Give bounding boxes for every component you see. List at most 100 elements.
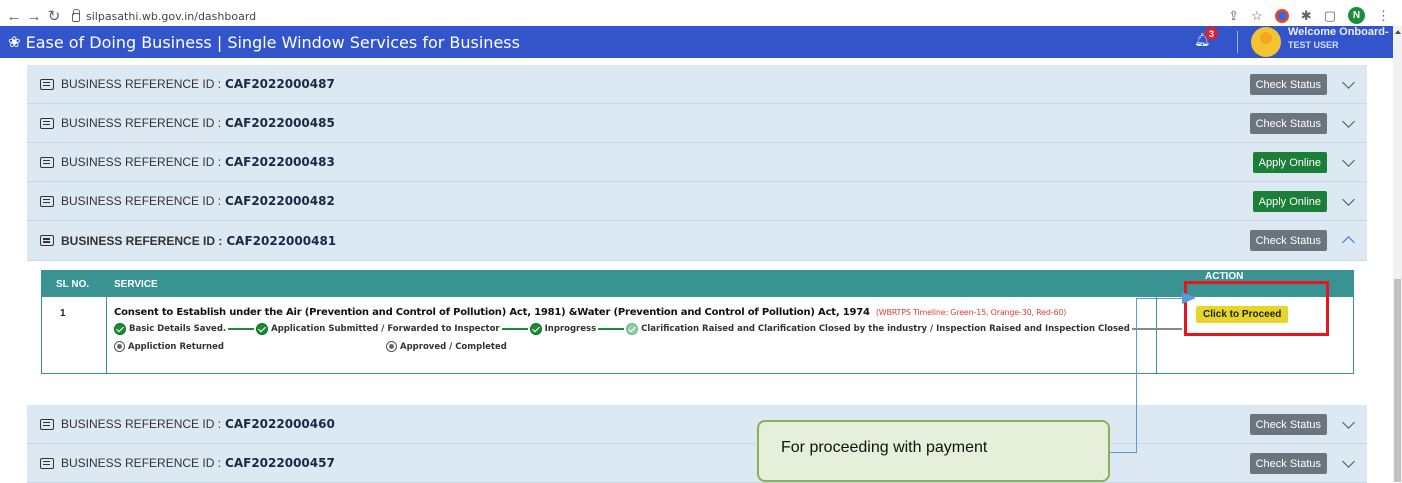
step-connector	[598, 328, 625, 330]
step-label: Inprogress	[544, 324, 597, 334]
column-divider	[1156, 271, 1157, 373]
scroll-up-arrow-icon[interactable]	[1395, 30, 1401, 34]
timeline-note: (WBRTPS Timeline: Green-15, Orange-30, R…	[875, 308, 1067, 317]
list-icon	[40, 457, 54, 469]
step-returned: Appliction Returned	[114, 341, 224, 352]
business-row[interactable]: BUSINESS REFERENCE ID : CAF2022000457 Ch…	[27, 444, 1367, 483]
check-circle-icon	[114, 323, 126, 335]
chevron-down-icon[interactable]	[1342, 76, 1355, 89]
business-row[interactable]: BUSINESS REFERENCE ID : CAF2022000482 Ap…	[27, 182, 1367, 221]
annotation-callout: For proceeding with payment	[757, 420, 1110, 482]
back-icon[interactable]: ←	[4, 8, 24, 25]
business-row[interactable]: BUSINESS REFERENCE ID : CAF2022000485 Ch…	[27, 104, 1367, 143]
check-status-button[interactable]: Check Status	[1249, 230, 1327, 251]
annotation-arrowhead	[1182, 292, 1196, 304]
profile-avatar[interactable]: N	[1348, 7, 1365, 24]
chevron-up-icon[interactable]	[1342, 236, 1355, 249]
puzzle-icon[interactable]: ✱	[1301, 8, 1312, 24]
step-label: Application Submitted / Forwarded to Ins…	[271, 324, 500, 334]
service-table: SL NO. SERVICE ACTION 1 Consent to Estab…	[41, 270, 1354, 374]
ref-label: BUSINESS REFERENCE ID :	[61, 194, 222, 208]
radio-icon	[386, 341, 397, 352]
list-icon	[40, 418, 54, 430]
ref-id: CAF2022000457	[225, 456, 335, 470]
step-label: Clarification Raised and Clarification C…	[641, 324, 1130, 334]
chevron-down-icon[interactable]	[1342, 154, 1355, 167]
forward-icon[interactable]: →	[24, 8, 44, 25]
ref-id: CAF2022000482	[225, 194, 335, 208]
ref-label: BUSINESS REFERENCE ID :	[61, 233, 223, 248]
check-circle-icon	[626, 323, 639, 335]
business-row[interactable]: BUSINESS REFERENCE ID : CAF2022000460 Ch…	[27, 405, 1367, 444]
star-icon[interactable]: ☆	[1251, 8, 1263, 24]
scrollbar-thumb[interactable]	[1394, 279, 1401, 482]
apply-online-button[interactable]: Apply Online	[1252, 191, 1327, 212]
annotation-arrow-line	[1136, 298, 1188, 299]
column-divider	[106, 271, 107, 373]
ref-label: BUSINESS REFERENCE ID :	[61, 155, 222, 169]
service-name: Consent to Establish under the Air (Prev…	[114, 307, 1066, 318]
extension-icon[interactable]	[1274, 8, 1289, 23]
lock-icon	[72, 8, 80, 22]
business-row[interactable]: BUSINESS REFERENCE ID : CAF2022000483 Ap…	[27, 143, 1367, 182]
ref-label: BUSINESS REFERENCE ID :	[61, 116, 222, 130]
step-approved: Approved / Completed	[386, 341, 507, 352]
annotation-connector	[1136, 298, 1137, 452]
step-connector	[1131, 328, 1182, 330]
user-avatar[interactable]	[1251, 27, 1281, 57]
ref-id: CAF2022000483	[225, 155, 335, 169]
reload-icon[interactable]: ↻	[44, 7, 64, 25]
header-divider	[1237, 31, 1238, 53]
step-connector	[228, 328, 255, 330]
step-label: Appliction Returned	[128, 342, 224, 352]
app-header: ❀ Ease of Doing Business | Single Window…	[0, 26, 1393, 58]
col-sl-no: SL NO.	[56, 279, 90, 290]
user-name[interactable]: TEST USER	[1288, 40, 1339, 50]
annotation-connector	[1110, 452, 1137, 453]
browser-actions: ⇪ ☆ ✱ ▢ N ⋮	[1228, 7, 1390, 24]
progress-steps: Basic Details Saved. Application Submitt…	[114, 323, 1184, 335]
ref-id: CAF2022000485	[225, 116, 335, 130]
chevron-down-icon[interactable]	[1342, 115, 1355, 128]
list-icon	[40, 78, 54, 90]
share-icon[interactable]: ⇪	[1228, 8, 1239, 24]
ref-id: CAF2022000481	[226, 233, 337, 248]
ref-id: CAF2022000487	[225, 77, 335, 91]
url-text: silpasathi.wb.gov.in/dashboard	[86, 9, 257, 23]
chevron-down-icon[interactable]	[1342, 193, 1355, 206]
col-service: SERVICE	[114, 279, 158, 290]
list-icon	[40, 156, 54, 168]
address-bar[interactable]: silpasathi.wb.gov.in/dashboard	[72, 8, 257, 23]
notification-badge: 3	[1205, 27, 1218, 40]
welcome-text: Welcome Onboard-	[1288, 26, 1389, 38]
step-connector	[501, 328, 528, 330]
app-logo-icon: ❀	[8, 34, 21, 51]
ref-label: BUSINESS REFERENCE ID :	[61, 417, 222, 431]
window-icon[interactable]: ▢	[1324, 8, 1336, 24]
row-sl-no: 1	[60, 308, 66, 319]
step-label: Approved / Completed	[400, 342, 507, 352]
ref-label: BUSINESS REFERENCE ID :	[61, 456, 222, 470]
ref-label: BUSINESS REFERENCE ID :	[61, 77, 222, 91]
business-row-expanded[interactable]: BUSINESS REFERENCE ID : CAF2022000481 Ch…	[27, 221, 1367, 261]
chevron-down-icon[interactable]	[1342, 455, 1355, 468]
check-status-button[interactable]: Check Status	[1249, 453, 1327, 474]
radio-icon	[114, 341, 125, 352]
service-panel: SL NO. SERVICE ACTION 1 Consent to Estab…	[27, 261, 1367, 409]
highlight-box	[1184, 281, 1329, 336]
list-icon	[40, 117, 54, 129]
check-status-button[interactable]: Check Status	[1249, 74, 1327, 95]
list-icon	[40, 235, 54, 246]
chevron-down-icon[interactable]	[1342, 416, 1355, 429]
list-icon	[40, 195, 54, 207]
menu-icon[interactable]: ⋮	[1377, 8, 1390, 24]
check-circle-icon	[256, 323, 269, 335]
service-title: Consent to Establish under the Air (Prev…	[114, 307, 870, 318]
check-circle-icon	[529, 323, 542, 335]
app-title: Ease of Doing Business | Single Window S…	[25, 32, 520, 52]
step-label: Basic Details Saved.	[129, 324, 227, 334]
check-status-button[interactable]: Check Status	[1249, 414, 1327, 435]
apply-online-button[interactable]: Apply Online	[1252, 152, 1327, 173]
check-status-button[interactable]: Check Status	[1249, 113, 1327, 134]
business-row[interactable]: BUSINESS REFERENCE ID : CAF2022000487 Ch…	[27, 65, 1367, 104]
